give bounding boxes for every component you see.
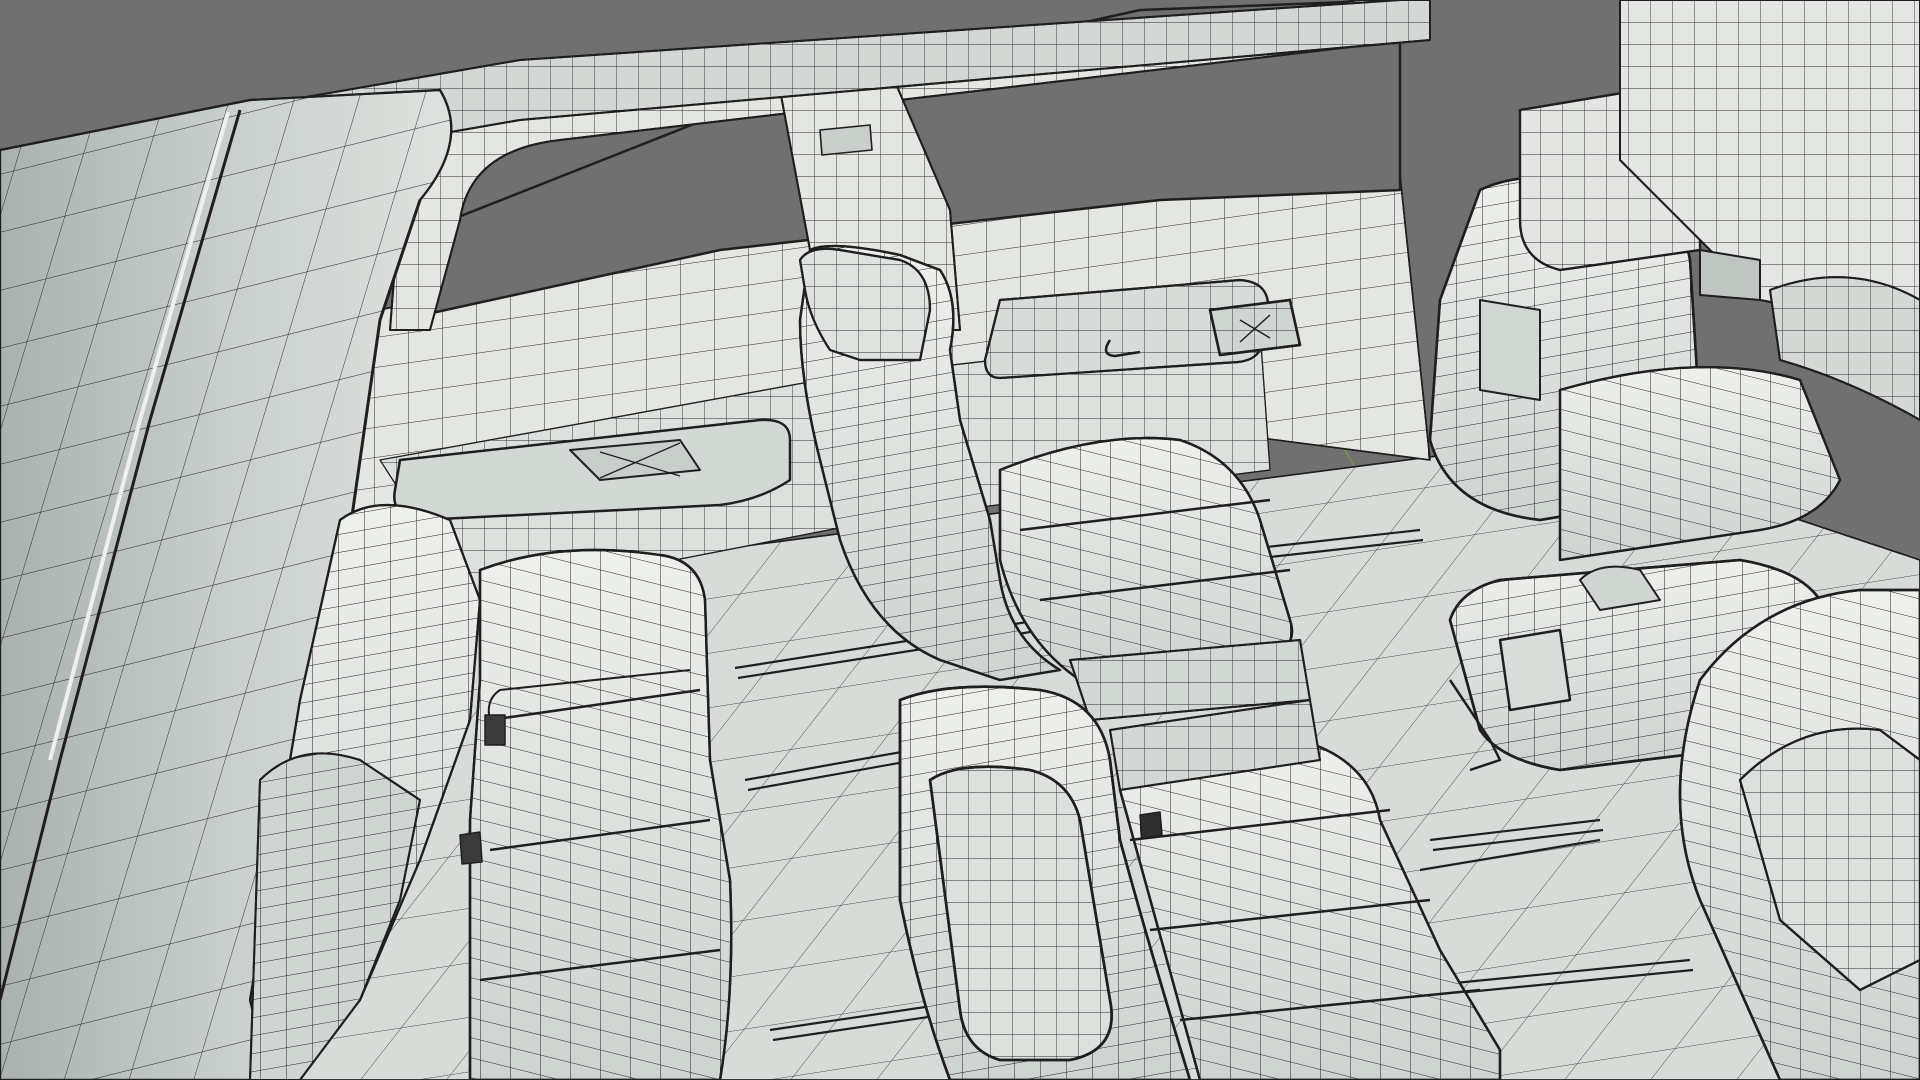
3d-viewport[interactable] [0, 0, 1920, 1080]
wireframe-scene[interactable] [0, 0, 1920, 1080]
speaker-front-icon[interactable] [1208, 298, 1302, 357]
driver-seat-icon[interactable] [1428, 0, 1920, 562]
